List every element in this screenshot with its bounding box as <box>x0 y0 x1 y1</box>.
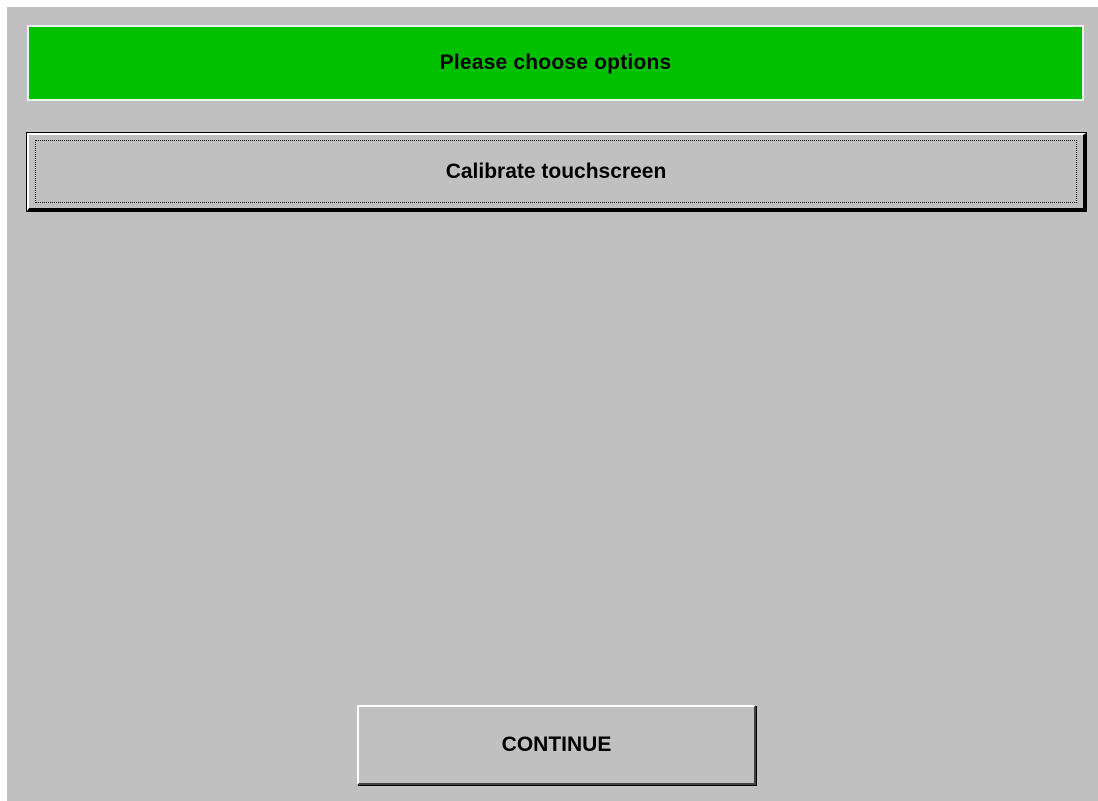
continue-button[interactable]: CONTINUE <box>357 705 756 785</box>
calibrate-touchscreen-button[interactable]: Calibrate touchscreen <box>26 132 1087 212</box>
continue-label: CONTINUE <box>501 733 612 756</box>
header-banner: Please choose options <box>27 25 1084 101</box>
options-screen: Please choose options Calibrate touchscr… <box>7 7 1098 801</box>
header-title: Please choose options <box>439 51 672 74</box>
calibrate-touchscreen-label: Calibrate touchscreen <box>445 159 667 183</box>
